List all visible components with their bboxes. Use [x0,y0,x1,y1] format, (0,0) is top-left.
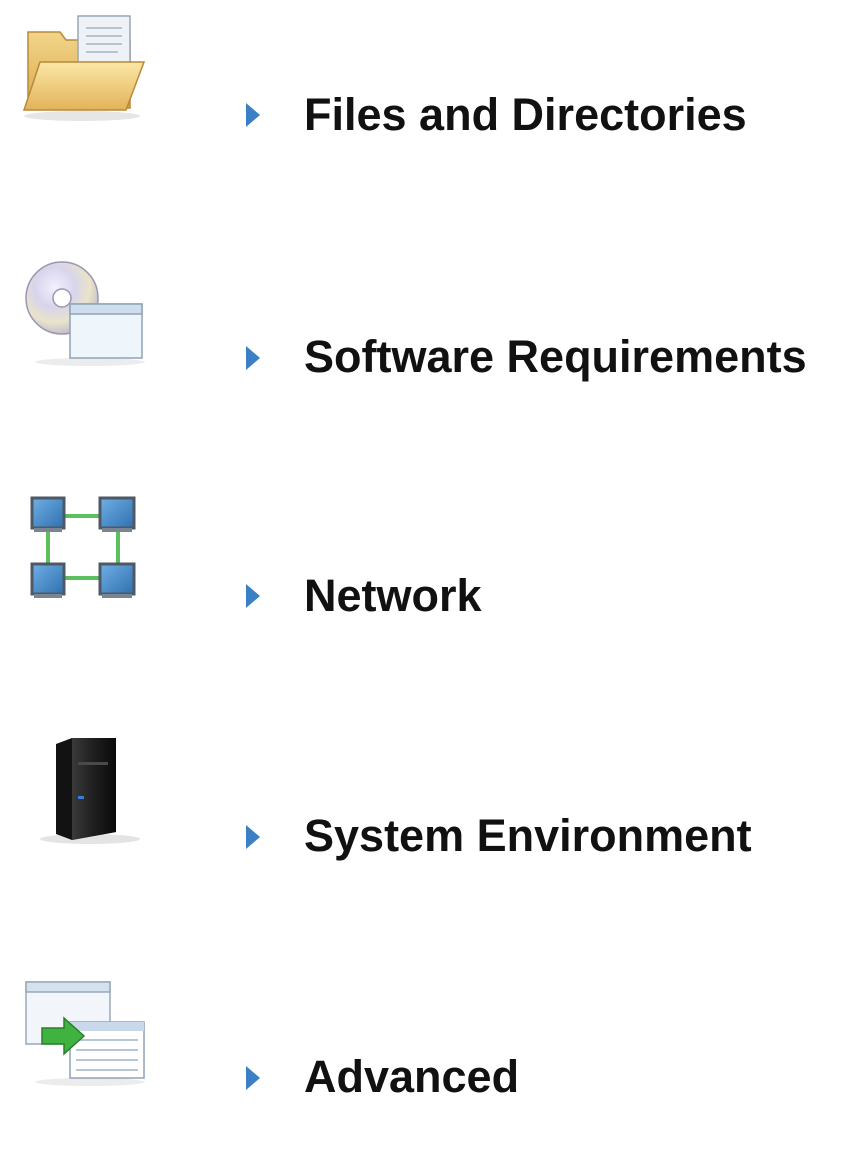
chevron-right-icon [243,1063,263,1093]
chevron-right-icon [243,581,263,611]
folder-icon [20,12,150,122]
network-icon [20,494,150,604]
chevron-right-icon [243,343,263,373]
nav-item-label: System Environment [304,810,752,861]
server-icon [20,736,150,846]
nav-item-advanced[interactable]: Advanced [0,958,851,1158]
nav-item-label: Software Requirements [304,331,807,382]
window-transfer-icon [20,978,150,1088]
chevron-right-icon [243,100,263,130]
nav-item-system-environment[interactable]: System Environment [0,718,851,918]
nav-item-label: Files and Directories [304,89,747,140]
nav-item-label: Advanced [304,1051,520,1102]
nav-item-label: Network [304,570,482,621]
nav-item-network[interactable]: Network [0,478,851,678]
nav-item-software-requirements[interactable]: Software Requirements [0,240,851,440]
cd-window-icon [20,258,150,368]
nav-item-files-and-directories[interactable]: Files and Directories [0,0,851,200]
chevron-right-icon [243,822,263,852]
